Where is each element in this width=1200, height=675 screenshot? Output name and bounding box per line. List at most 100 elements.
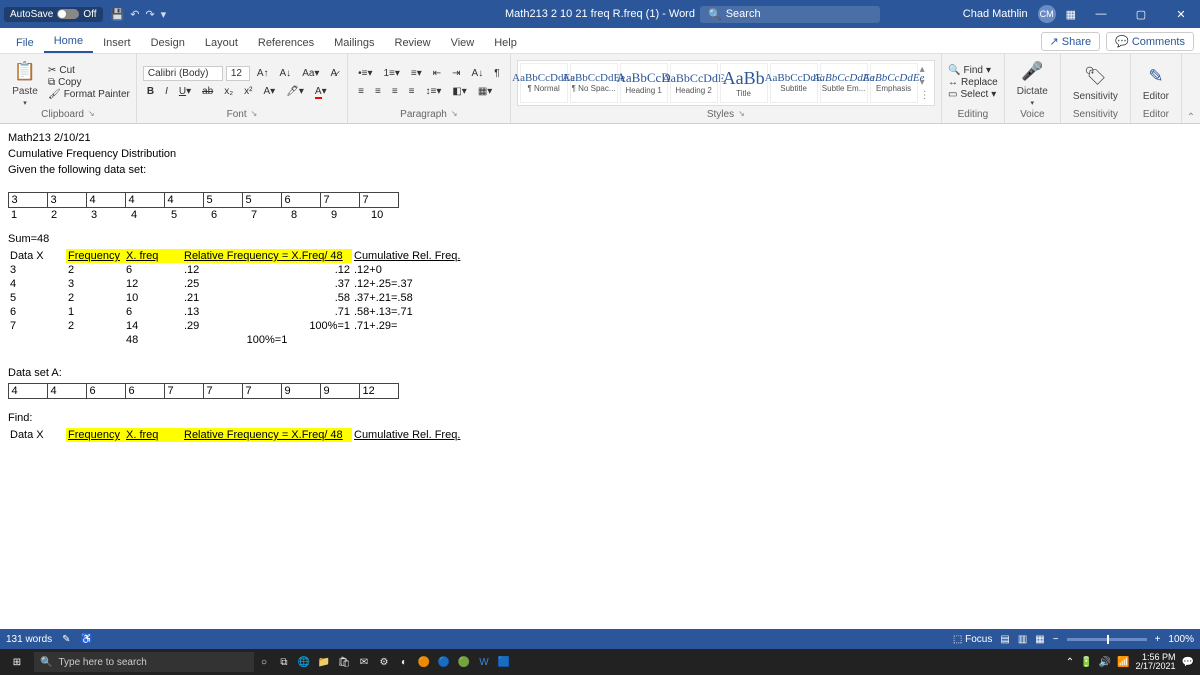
autosave-toggle[interactable]: AutoSave Off (4, 7, 103, 22)
line-spacing-button[interactable]: ↕≡▾ (422, 84, 446, 99)
tab-help[interactable]: Help (484, 33, 527, 53)
clear-formatting-button[interactable]: A̷ (326, 66, 341, 81)
focus-button[interactable]: ⬚ Focus (953, 634, 992, 645)
user-name[interactable]: Chad Mathlin (963, 8, 1028, 20)
word-icon[interactable]: W (474, 657, 494, 668)
maximize-button[interactable]: ▢ (1126, 8, 1156, 21)
zoom-out-button[interactable]: − (1053, 634, 1059, 645)
dictate-button[interactable]: 🎤Dictate▾ (1011, 56, 1054, 109)
collapse-ribbon-button[interactable]: ⌃ (1182, 54, 1200, 123)
font-size-combo[interactable]: 12 (226, 66, 250, 81)
styles-gallery[interactable]: AaBbCcDdEe¶ Normal AaBbCcDdEe¶ No Spac..… (517, 60, 935, 106)
dialog-launcher-icon[interactable]: ↘ (88, 109, 95, 120)
numbering-button[interactable]: 1≡▾ (379, 66, 403, 81)
zoom-in-button[interactable]: + (1155, 634, 1161, 645)
undo-icon[interactable]: ↶ (130, 8, 139, 21)
copy-button[interactable]: ⧉Copy (48, 77, 130, 88)
tab-layout[interactable]: Layout (195, 33, 248, 53)
taskbar-search[interactable]: 🔍Type here to search (34, 652, 254, 672)
taskview-icon[interactable]: ⧉ (274, 657, 294, 668)
tab-insert[interactable]: Insert (93, 33, 141, 53)
share-button[interactable]: ↗Share (1041, 32, 1101, 51)
strikethrough-button[interactable]: ab (198, 84, 217, 99)
grow-font-button[interactable]: A↑ (253, 66, 273, 81)
settings-icon[interactable]: ⚙ (374, 657, 394, 668)
align-left-button[interactable]: ≡ (354, 84, 368, 99)
tab-mailings[interactable]: Mailings (324, 33, 384, 53)
print-layout-icon[interactable]: ▥ (1018, 634, 1027, 645)
bold-button[interactable]: B (143, 84, 158, 99)
word-count[interactable]: 131 words (6, 634, 52, 645)
replace-button[interactable]: ↔Replace (948, 77, 998, 88)
style-heading1[interactable]: AaBbCcDHeading 1 (620, 63, 668, 103)
edge-icon[interactable]: 🌐 (294, 657, 314, 668)
format-painter-button[interactable]: 🖌Format Painter (48, 89, 130, 100)
tab-file[interactable]: File (6, 33, 44, 53)
explorer-icon[interactable]: 📁 (314, 657, 334, 668)
zoom-slider[interactable] (1067, 638, 1147, 641)
app-icon[interactable]: 🟦 (494, 657, 514, 668)
spelling-icon[interactable]: ✎ (62, 634, 70, 645)
style-subtitle[interactable]: AaBbCcDdESubtitle (770, 63, 818, 103)
chrome-icon[interactable]: 🔵 (434, 657, 454, 668)
accessibility-icon[interactable]: ♿ (81, 634, 93, 645)
italic-button[interactable]: I (161, 84, 172, 99)
wifi-icon[interactable]: 📶 (1117, 657, 1129, 668)
multilevel-button[interactable]: ≡▾ (407, 66, 426, 81)
document-area[interactable]: Math213 2/10/21 Cumulative Frequency Dis… (0, 124, 1200, 629)
tab-design[interactable]: Design (141, 33, 195, 53)
qat-dropdown-icon[interactable]: ▾ (161, 8, 167, 21)
tab-home[interactable]: Home (44, 31, 93, 53)
spotify-icon[interactable]: 🟢 (454, 657, 474, 668)
zoom-level[interactable]: 100% (1168, 634, 1194, 645)
underline-button[interactable]: U▾ (175, 84, 195, 99)
borders-button[interactable]: ▦▾ (474, 84, 496, 99)
store-icon[interactable]: 🛍 (334, 657, 354, 668)
style-subtle-em[interactable]: AaBbCcDdEeSubtle Em... (820, 63, 868, 103)
search-box[interactable]: 🔍 Search (700, 6, 880, 23)
cortana-icon[interactable]: ○ (254, 657, 274, 668)
style-heading2[interactable]: AaBbCcDdEHeading 2 (670, 63, 718, 103)
redo-icon[interactable]: ↷ (145, 8, 154, 21)
style-nospacing[interactable]: AaBbCcDdEe¶ No Spac... (570, 63, 618, 103)
minimize-button[interactable]: — (1086, 8, 1116, 20)
tab-references[interactable]: References (248, 33, 324, 53)
sensitivity-button[interactable]: 🏷Sensitivity (1067, 61, 1124, 104)
shading-button[interactable]: ◧▾ (448, 84, 470, 99)
text-effects-button[interactable]: A▾ (259, 84, 279, 99)
close-button[interactable]: ✕ (1166, 8, 1196, 21)
start-button[interactable]: ⊞ (0, 657, 34, 668)
dialog-launcher-icon[interactable]: ↘ (251, 109, 258, 120)
battery-icon[interactable]: 🔋 (1080, 657, 1092, 668)
app-icon[interactable]: 🟠 (414, 657, 434, 668)
shrink-font-button[interactable]: A↓ (276, 66, 296, 81)
styles-more-button[interactable]: ▴▾⋮ (920, 63, 932, 103)
editor-button[interactable]: ✎Editor (1137, 61, 1175, 104)
increase-indent-button[interactable]: ⇥ (448, 66, 464, 81)
web-layout-icon[interactable]: ▦ (1035, 634, 1044, 645)
align-center-button[interactable]: ≡ (371, 84, 385, 99)
font-color-button[interactable]: A▾ (311, 84, 331, 99)
sort-button[interactable]: A↓ (468, 66, 488, 81)
find-button[interactable]: 🔍Find▾ (948, 65, 998, 76)
cut-button[interactable]: ✂Cut (48, 65, 130, 76)
align-right-button[interactable]: ≡ (388, 84, 402, 99)
clock[interactable]: 1:56 PM 2/17/2021 (1136, 653, 1176, 671)
bullets-button[interactable]: •≡▾ (354, 66, 376, 81)
decrease-indent-button[interactable]: ⇤ (429, 66, 445, 81)
tab-view[interactable]: View (441, 33, 485, 53)
app-icon[interactable]: ◐ (394, 657, 414, 668)
dialog-launcher-icon[interactable]: ↘ (738, 109, 745, 120)
subscript-button[interactable]: x₂ (220, 84, 237, 99)
style-title[interactable]: AaBbTitle (720, 63, 768, 103)
font-name-combo[interactable]: Calibri (Body) (143, 66, 223, 81)
dialog-launcher-icon[interactable]: ↘ (451, 109, 458, 120)
comments-button[interactable]: 💬Comments (1106, 32, 1194, 51)
select-button[interactable]: ▭Select▾ (948, 89, 998, 100)
save-icon[interactable]: 💾 (111, 8, 125, 21)
style-normal[interactable]: AaBbCcDdEe¶ Normal (520, 63, 568, 103)
superscript-button[interactable]: x² (240, 84, 256, 99)
justify-button[interactable]: ≡ (405, 84, 419, 99)
paste-button[interactable]: 📋 Paste ▾ (6, 56, 44, 109)
volume-icon[interactable]: 🔊 (1099, 657, 1111, 668)
